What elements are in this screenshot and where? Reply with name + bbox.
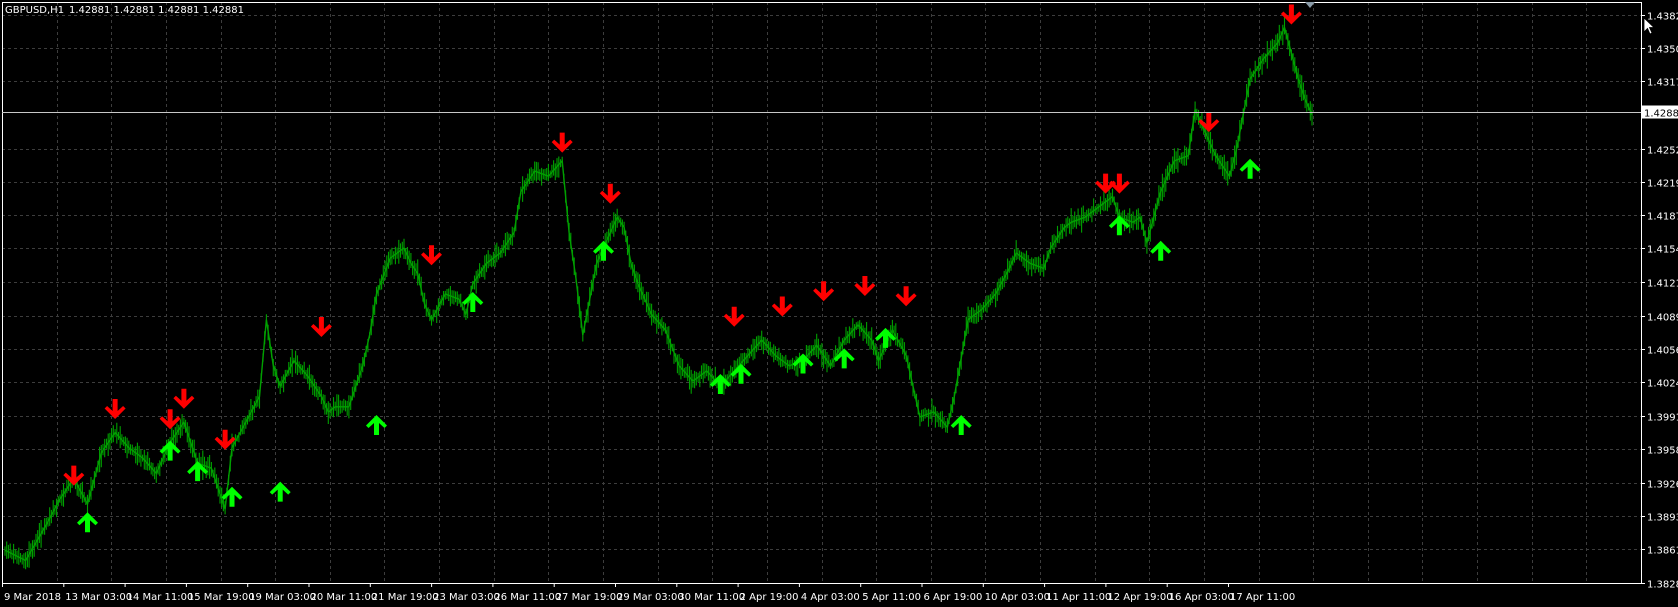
price-chart[interactable]: 1.43825 1.43500 1.43175 1.42520 1.42195 1.418… xyxy=(0,0,1678,607)
x-tick-label: 14 Mar 11:00 xyxy=(127,592,194,603)
x-tick-label: 19 Mar 03:00 xyxy=(249,592,316,603)
y-tick-label: 1.41215 xyxy=(1647,279,1678,290)
down-arrow-shape xyxy=(599,183,621,204)
up-arrow-icon xyxy=(1150,240,1172,261)
x-tick-label: 10 Apr 03:00 xyxy=(985,592,1050,603)
up-arrow-icon xyxy=(1239,158,1261,179)
x-tick-label: 26 Mar 11:00 xyxy=(494,592,561,603)
y-tick-label: 1.38610 xyxy=(1647,546,1678,557)
down-arrow-shape xyxy=(771,296,793,317)
x-tick-label: 4 Apr 03:00 xyxy=(801,592,860,603)
down-arrow-icon xyxy=(813,281,835,302)
y-tick-label: 1.39585 xyxy=(1647,446,1678,457)
up-arrow-icon xyxy=(77,512,98,533)
x-tick-label: 12 Apr 19:00 xyxy=(1107,592,1172,603)
x-tick-label: 5 Apr 11:00 xyxy=(862,592,921,603)
down-arrow-shape xyxy=(813,281,835,302)
up-arrow-icon xyxy=(366,415,387,435)
y-tick-label: 1.43175 xyxy=(1647,78,1678,89)
x-tick-label: 13 Mar 03:00 xyxy=(65,592,132,603)
down-arrow-shape xyxy=(173,388,195,409)
up-arrow-shape xyxy=(1150,240,1172,261)
x-tick-label: 9 Mar 2018 xyxy=(4,592,61,603)
current-price-marker: 1.42881 xyxy=(2,105,1678,120)
price-axis: 1.43825 1.43500 1.43175 1.42520 1.42195 1.418… xyxy=(1641,12,1678,591)
chart-window[interactable]: 1.43825 1.43500 1.43175 1.42520 1.42195 1.418… xyxy=(0,0,1678,607)
y-tick-label: 1.42195 xyxy=(1647,179,1678,190)
y-tick-label: 1.39260 xyxy=(1647,480,1678,491)
x-tick-label: 15 Mar 19:00 xyxy=(188,592,255,603)
ohlc-values-label: 1.42881 1.42881 1.42881 1.42881 xyxy=(69,5,244,16)
up-arrow-shape xyxy=(950,415,972,435)
y-tick-label: 1.40890 xyxy=(1647,313,1678,324)
down-arrow-icon xyxy=(771,296,793,317)
x-tick-label: 2 Apr 19:00 xyxy=(740,592,799,603)
symbol-timeframe-label: GBPUSD,H1 xyxy=(5,5,64,16)
x-tick-label: 21 Mar 19:00 xyxy=(372,592,439,603)
x-tick-label: 27 Mar 19:00 xyxy=(556,592,623,603)
y-tick-label: 1.43500 xyxy=(1647,45,1678,56)
y-tick-label: 1.42520 xyxy=(1647,146,1678,157)
x-tick-label: 30 Mar 11:00 xyxy=(678,592,745,603)
y-tick-label: 1.43825 xyxy=(1647,12,1678,23)
signal-arrows xyxy=(63,4,1302,533)
x-tick-label: 6 Apr 19:00 xyxy=(924,592,983,603)
up-arrow-shape xyxy=(77,512,98,533)
y-tick-label: 1.40565 xyxy=(1647,346,1678,357)
y-tick-label: 1.39910 xyxy=(1647,413,1678,424)
y-tick-label: 1.41545 xyxy=(1647,245,1678,256)
x-tick-label: 17 Apr 11:00 xyxy=(1230,592,1295,603)
down-arrow-shape xyxy=(310,317,332,337)
x-tick-label: 23 Mar 03:00 xyxy=(433,592,500,603)
y-tick-label: 1.40240 xyxy=(1647,379,1678,390)
time-axis: 9 Mar 2018 13 Mar 03:0014 Mar 11:0015 Mar… xyxy=(2,583,1295,603)
down-arrow-shape xyxy=(854,276,876,296)
current-price-label: 1.42881 xyxy=(1644,109,1678,120)
down-arrow-icon xyxy=(310,317,332,337)
x-tick-label: 20 Mar 11:00 xyxy=(311,592,378,603)
down-arrow-shape xyxy=(723,306,745,327)
down-arrow-icon xyxy=(723,306,745,327)
price-line xyxy=(4,25,1313,562)
y-tick-label: 1.41870 xyxy=(1647,212,1678,223)
up-arrow-shape xyxy=(366,415,387,435)
x-tick-label: 29 Mar 03:00 xyxy=(617,592,684,603)
up-arrow-icon xyxy=(950,415,972,435)
down-arrow-icon xyxy=(599,183,621,204)
x-tick-label: 11 Apr 11:00 xyxy=(1046,592,1111,603)
y-tick-label: 1.38935 xyxy=(1647,513,1678,524)
down-arrow-shape xyxy=(895,286,917,307)
down-arrow-icon xyxy=(173,388,195,409)
up-arrow-shape xyxy=(269,481,291,502)
down-arrow-icon xyxy=(854,276,876,296)
up-arrow-shape xyxy=(1239,158,1261,179)
up-arrow-icon xyxy=(269,481,291,502)
y-tick-label: 1.38280 xyxy=(1647,580,1678,591)
down-arrow-icon xyxy=(895,286,917,307)
x-tick-label: 16 Apr 03:00 xyxy=(1169,592,1234,603)
